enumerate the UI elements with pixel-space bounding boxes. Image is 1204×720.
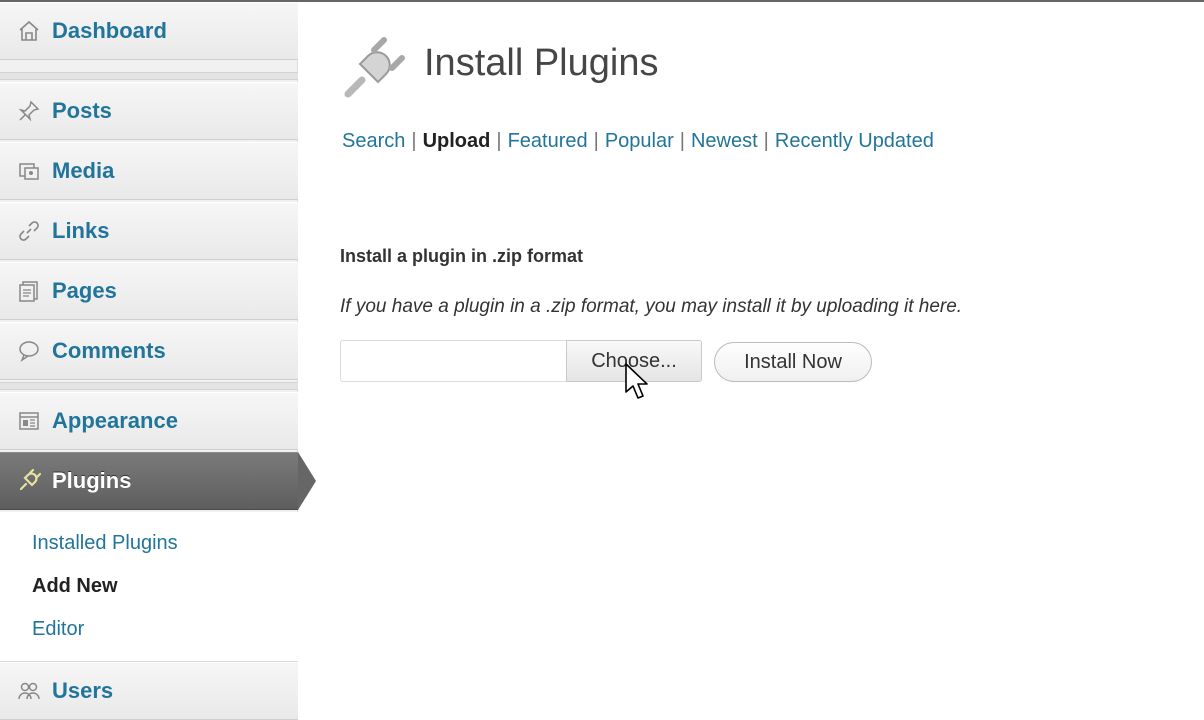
sidebar-item-posts[interactable]: Posts <box>0 82 298 140</box>
submenu-editor[interactable]: Editor <box>32 618 84 641</box>
tab-newest[interactable]: Newest <box>691 130 758 152</box>
plugins-icon <box>16 468 42 494</box>
sidebar-item-label: Appearance <box>52 408 178 433</box>
sidebar-item-comments[interactable]: Comments <box>0 322 298 380</box>
menu-separator <box>0 72 298 80</box>
upload-section-description: If you have a plugin in a .zip format, y… <box>340 296 963 317</box>
menu-separator <box>0 382 298 390</box>
sidebar-item-label: Comments <box>52 338 166 363</box>
pushpin-icon <box>16 98 42 124</box>
sidebar-item-label: Links <box>52 218 110 243</box>
sidebar-item-plugins[interactable]: Plugins <box>0 452 316 510</box>
file-path-field[interactable] <box>340 340 566 382</box>
submenu-add-new[interactable]: Add New <box>32 575 118 598</box>
plugins-submenu: Installed Plugins Add New Editor <box>0 512 298 662</box>
admin-sidebar: Dashboard Posts Media Links Pages Commen… <box>0 2 316 720</box>
sidebar-item-pages[interactable]: Pages <box>0 262 298 320</box>
tab-recently-updated[interactable]: Recently Updated <box>775 130 934 152</box>
links-icon <box>16 218 42 244</box>
install-plugins-subnav: Search | Upload | Featured | Popular | Newest | Re… <box>342 130 934 152</box>
comments-icon <box>16 338 42 364</box>
tab-upload[interactable]: Upload <box>423 130 491 152</box>
tab-featured[interactable]: Featured <box>508 130 588 152</box>
dashboard-icon <box>16 18 42 44</box>
sidebar-item-label: Plugins <box>52 468 132 493</box>
plugins-page-icon <box>338 32 410 104</box>
sidebar-item-users[interactable]: Users <box>0 662 298 720</box>
tab-popular[interactable]: Popular <box>605 130 674 152</box>
sidebar-item-label: Posts <box>52 98 112 123</box>
upload-section-heading: Install a plugin in .zip format <box>340 246 584 266</box>
media-icon <box>16 158 42 184</box>
sidebar-item-label: Pages <box>52 278 117 303</box>
sidebar-item-links[interactable]: Links <box>0 202 298 260</box>
sidebar-item-appearance[interactable]: Appearance <box>0 392 298 450</box>
sidebar-item-label: Dashboard <box>52 18 167 43</box>
sidebar-item-label: Media <box>52 158 115 183</box>
tab-search[interactable]: Search <box>342 130 405 152</box>
appearance-icon <box>16 408 42 434</box>
users-icon <box>16 678 42 704</box>
submenu-installed-plugins[interactable]: Installed Plugins <box>32 532 178 555</box>
sidebar-item-media[interactable]: Media <box>0 142 298 200</box>
pages-icon <box>16 278 42 304</box>
mouse-cursor-icon <box>624 362 650 402</box>
sidebar-item-dashboard[interactable]: Dashboard <box>0 2 298 60</box>
page-title: Install Plugins <box>424 42 659 84</box>
active-menu-arrow <box>298 452 316 510</box>
sidebar-item-label: Users <box>52 678 114 703</box>
install-now-button[interactable]: Install Now <box>714 342 872 382</box>
